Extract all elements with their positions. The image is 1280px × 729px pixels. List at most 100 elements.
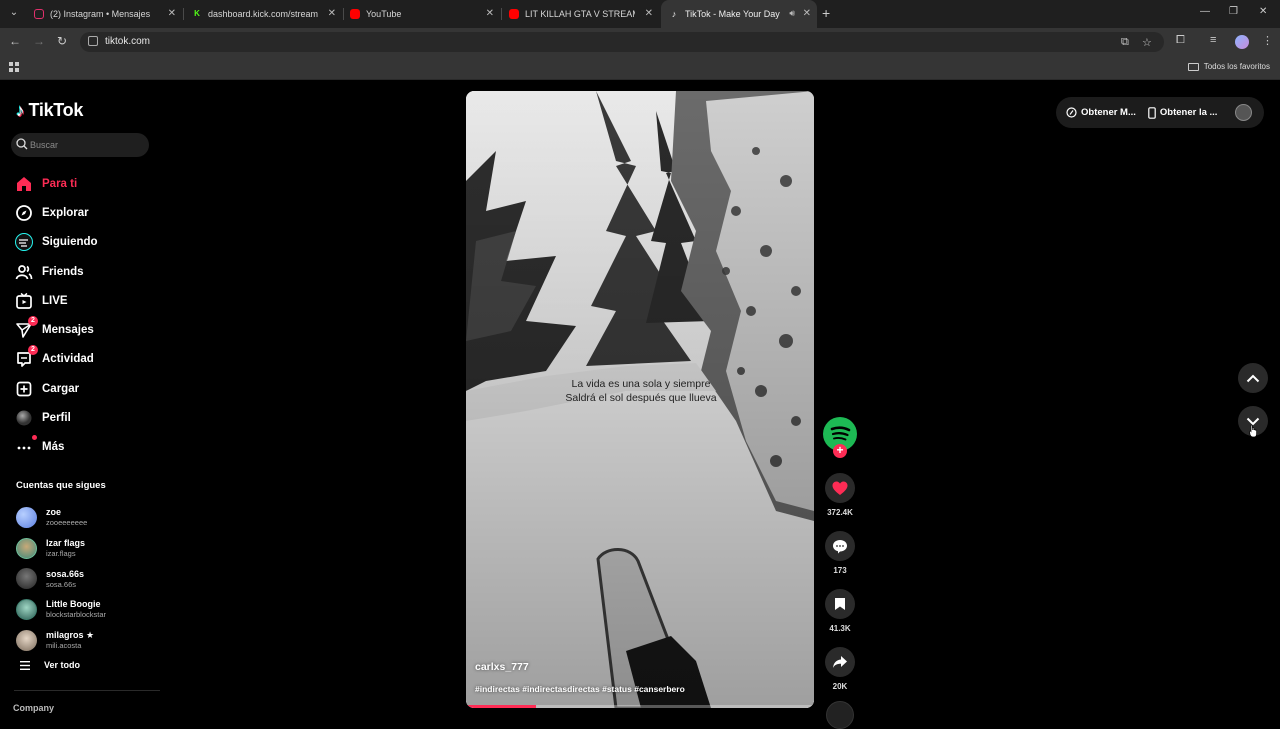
home-icon	[14, 174, 34, 194]
speaker-icon[interactable]: 🔊︎	[789, 8, 795, 19]
logo-text: TikTok	[28, 100, 84, 120]
youtube-icon	[350, 9, 360, 19]
following-account[interactable]: zoe zooeeeeeee	[16, 502, 166, 533]
get-coins-button[interactable]: Obtener M...	[1066, 107, 1136, 118]
see-all-button[interactable]: Ver todo	[20, 660, 80, 670]
tab-youtube[interactable]: YouTube ✕	[342, 0, 500, 28]
comment-icon[interactable]	[825, 531, 855, 561]
restore-icon[interactable]: ❐	[1229, 6, 1238, 17]
nav-item-explorar[interactable]: Explorar	[14, 198, 164, 227]
nav-item-friends[interactable]: Friends	[14, 257, 164, 286]
profile-avatar[interactable]	[1235, 35, 1249, 49]
company-link[interactable]: Company	[13, 703, 54, 713]
user-avatar[interactable]	[1235, 104, 1252, 121]
save-action[interactable]: 41.3K	[822, 589, 858, 633]
minimize-icon[interactable]: —	[1200, 6, 1210, 17]
tab-kick[interactable]: K dashboard.kick.com/stream ✕	[184, 0, 342, 28]
sidebar-divider	[14, 690, 160, 691]
browser-tab-strip: ⌄ (2) Instagram • Mensajes ✕ K dashboard…	[0, 0, 1280, 28]
back-icon[interactable]: ←	[9, 34, 21, 48]
close-window-icon[interactable]: ✕	[1259, 6, 1267, 17]
install-app-icon[interactable]: ⧉	[1121, 36, 1129, 49]
tiktok-logo[interactable]: ♪ TikTok	[16, 100, 83, 121]
nav-item-cargar[interactable]: Cargar	[14, 374, 164, 403]
share-icon[interactable]	[825, 647, 855, 677]
close-icon[interactable]: ✕	[328, 8, 336, 20]
video-progress-bar[interactable]	[466, 705, 814, 708]
nav-item-para-ti[interactable]: Para ti	[14, 169, 164, 198]
music-disc-icon[interactable]	[826, 701, 854, 729]
notification-dot	[32, 435, 37, 441]
address-bar[interactable]: tiktok.com ⧉ ☆	[80, 32, 1164, 52]
nav-label: Explorar	[42, 206, 89, 219]
tab-search-button[interactable]: ⌄	[6, 5, 22, 21]
progress-fill	[466, 705, 536, 708]
search-icon	[16, 138, 28, 150]
account-name: Little Boogie	[46, 599, 101, 610]
video-player[interactable]: La vida es una sola y siempre Saldrá el …	[466, 91, 814, 708]
get-coins-label: Obtener M...	[1081, 107, 1136, 118]
nav-item-actividad[interactable]: 2 Actividad	[14, 345, 164, 374]
close-icon[interactable]: ✕	[645, 8, 653, 20]
extensions-icon[interactable]: ⧠	[1176, 34, 1185, 47]
tiktok-note-icon: ♪	[16, 100, 25, 120]
video-username[interactable]: carlxs_777	[475, 661, 529, 673]
new-tab-button[interactable]: +	[822, 5, 830, 21]
share-action[interactable]: 20K	[822, 647, 858, 691]
following-account[interactable]: Izar flags izar.flags	[16, 533, 166, 564]
follow-plus-button[interactable]: +	[833, 444, 847, 458]
close-icon[interactable]: ✕	[486, 8, 494, 20]
nav-label: Cargar	[42, 382, 80, 395]
following-account[interactable]: sosa.66s sosa.66s	[16, 563, 166, 594]
phone-icon	[1148, 106, 1156, 119]
bookmark-icon[interactable]	[825, 589, 855, 619]
comment-action[interactable]: 173	[822, 531, 858, 575]
nav-label: Perfil	[42, 412, 71, 425]
previous-video-button[interactable]	[1238, 363, 1268, 393]
video-caption-overlay: La vida es una sola y siempre Saldrá el …	[565, 378, 717, 404]
nav-item-siguiendo[interactable]: Siguiendo	[14, 228, 164, 257]
account-handle: zooeeeeeee	[46, 518, 88, 528]
nav-label: LIVE	[42, 294, 68, 307]
tab-instagram[interactable]: (2) Instagram • Mensajes ✕	[26, 0, 182, 28]
media-control-icon[interactable]: ≡	[1210, 34, 1216, 46]
heart-icon[interactable]	[825, 473, 855, 503]
like-action[interactable]: 372.4K	[822, 473, 858, 517]
tab-tiktok[interactable]: ♪ TikTok - Make Your Day 🔊︎ ✕	[661, 0, 817, 28]
nav-item-perfil[interactable]: Perfil	[14, 403, 164, 432]
compass-icon	[14, 203, 34, 223]
nav-item-mensajes[interactable]: 2 Mensajes	[14, 315, 164, 344]
nav-item-live[interactable]: LIVE	[14, 286, 164, 315]
search-box[interactable]	[11, 133, 149, 157]
nav-item-mas[interactable]: Más	[14, 433, 164, 462]
site-info-icon[interactable]	[88, 36, 98, 46]
account-name: milagros ★	[46, 630, 95, 641]
close-icon[interactable]: ✕	[168, 8, 176, 20]
account-name: Izar flags	[46, 538, 86, 549]
youtube-icon	[509, 9, 519, 19]
bookmark-star-icon[interactable]: ☆	[1142, 36, 1152, 49]
more-icon	[14, 435, 37, 457]
account-handle: sosa.66s	[46, 579, 77, 589]
video-hashtags[interactable]: #indirectas #indirectasdirectas #status …	[475, 684, 685, 694]
close-icon[interactable]: ✕	[803, 8, 811, 20]
following-account[interactable]: Little Boogie blockstarblockstar	[16, 594, 166, 625]
creator-avatar[interactable]: +	[823, 417, 857, 458]
avatar	[16, 629, 37, 651]
unread-badge: 2	[28, 316, 38, 327]
get-app-button[interactable]: Obtener la ...	[1148, 106, 1217, 119]
all-bookmarks-button[interactable]: Todos los favoritos	[1187, 62, 1270, 71]
avatar	[16, 537, 37, 559]
sidebar-nav: Para ti Explorar Siguiendo Friends LIVE	[14, 169, 164, 462]
browser-menu-icon[interactable]: ⋮	[1262, 34, 1273, 47]
forward-icon[interactable]: →	[33, 34, 45, 48]
friends-icon	[14, 262, 34, 282]
tab-title: TikTok - Make Your Day	[685, 9, 780, 19]
tab-youtube-stream[interactable]: LIT KILLAH GTA V STREAM #1 - ✕	[501, 0, 659, 28]
messages-icon: 2	[14, 316, 38, 340]
apps-grid-icon[interactable]	[8, 61, 20, 73]
reload-icon[interactable]: ↻	[57, 34, 67, 48]
nav-label: Siguiendo	[42, 236, 98, 249]
following-account[interactable]: milagros ★ mili.acosta	[16, 625, 166, 656]
search-input[interactable]	[30, 137, 140, 153]
